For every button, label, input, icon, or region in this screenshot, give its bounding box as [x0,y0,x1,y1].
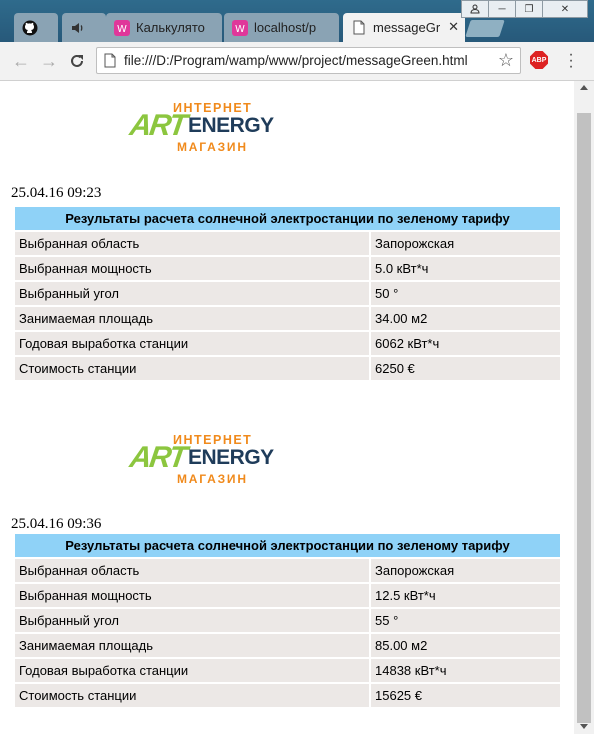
page-content: ИНТЕРНЕТ ART ENERGY МАГАЗИН 25.04.16 09:… [0,81,574,734]
table-row: Стоимость станции 15625 € [15,684,560,707]
table-row: Выбранная мощность 5.0 кВт*ч [15,257,560,280]
forward-button[interactable]: → [38,50,60,72]
bookmark-star-icon[interactable]: ☆ [498,50,514,71]
report-timestamp: 25.04.16 09:36 [11,516,102,532]
close-tab-icon[interactable]: ✕ [448,19,459,35]
tab-localhost[interactable]: W localhost/p [224,13,339,42]
browser-window: W Калькулято W localhost/p messageGr ✕ ─… [0,0,594,734]
table-row: Выбранная область Запорожская [15,559,560,582]
tab-github[interactable] [14,13,58,42]
scroll-down-arrow-icon[interactable] [580,724,588,729]
url-text: file:///D:/Program/wamp/www/project/mess… [124,53,468,68]
reload-button[interactable] [66,50,88,72]
table-row: Занимаемая площадь 34.00 м2 [15,307,560,330]
table-row: Выбранный угол 55 ° [15,609,560,632]
tab-calculator[interactable]: W Калькулято [106,13,222,42]
app-icon: W [232,19,248,36]
table-row: Занимаемая площадь 85.00 м2 [15,634,560,657]
scroll-up-arrow-icon[interactable] [580,85,588,90]
page-icon [351,20,367,36]
tab-title: Калькулято [136,20,205,35]
vertical-scrollbar[interactable] [574,81,594,734]
close-window-button[interactable]: ✕ [542,0,588,18]
user-icon[interactable] [461,0,489,18]
new-tab-button[interactable] [465,20,505,37]
report-timestamp: 25.04.16 09:23 [11,185,102,201]
table-row: Выбранный угол 50 ° [15,282,560,305]
browser-toolbar: ← → file:///D:/Program/wamp/www/project/… [0,42,594,81]
table-row: Годовая выработка станции 6062 кВт*ч [15,332,560,355]
results-table: Результаты расчета солнечной электростан… [13,205,562,382]
tab-message-green[interactable]: messageGr ✕ [343,13,465,42]
adblock-icon[interactable]: ABP [530,51,548,69]
svg-text:W: W [117,24,127,35]
app-icon: W [114,19,130,36]
back-button[interactable]: ← [10,50,32,72]
maximize-button[interactable]: ❐ [515,0,543,18]
minimize-button[interactable]: ─ [488,0,516,18]
table-header: Результаты расчета солнечной электростан… [15,534,560,557]
tab-audio[interactable] [62,13,106,42]
table-row: Стоимость станции 6250 € [15,357,560,380]
results-table: Результаты расчета солнечной электростан… [13,532,562,709]
table-row: Выбранная область Запорожская [15,232,560,255]
table-header: Результаты расчета солнечной электростан… [15,207,560,230]
scrollbar-thumb[interactable] [577,113,591,723]
tab-title: messageGr [373,20,441,35]
window-controls: ─ ❐ ✕ [461,0,588,18]
github-icon [22,20,38,36]
file-icon [104,53,116,68]
table-row: Годовая выработка станции 14838 кВт*ч [15,659,560,682]
artenergy-logo: ИНТЕРНЕТ ART ENERGY МАГАЗИН [127,101,274,154]
svg-text:W: W [235,24,245,35]
tab-title: localhost/p [254,20,317,35]
table-row: Выбранная мощность 12.5 кВт*ч [15,584,560,607]
address-bar[interactable]: file:///D:/Program/wamp/www/project/mess… [96,47,521,74]
tab-strip: W Калькулято W localhost/p messageGr ✕ ─… [0,0,594,42]
menu-icon[interactable]: · · · [567,47,575,75]
artenergy-logo: ИНТЕРНЕТ ART ENERGY МАГАЗИН [127,433,274,486]
speaker-icon [70,20,86,36]
